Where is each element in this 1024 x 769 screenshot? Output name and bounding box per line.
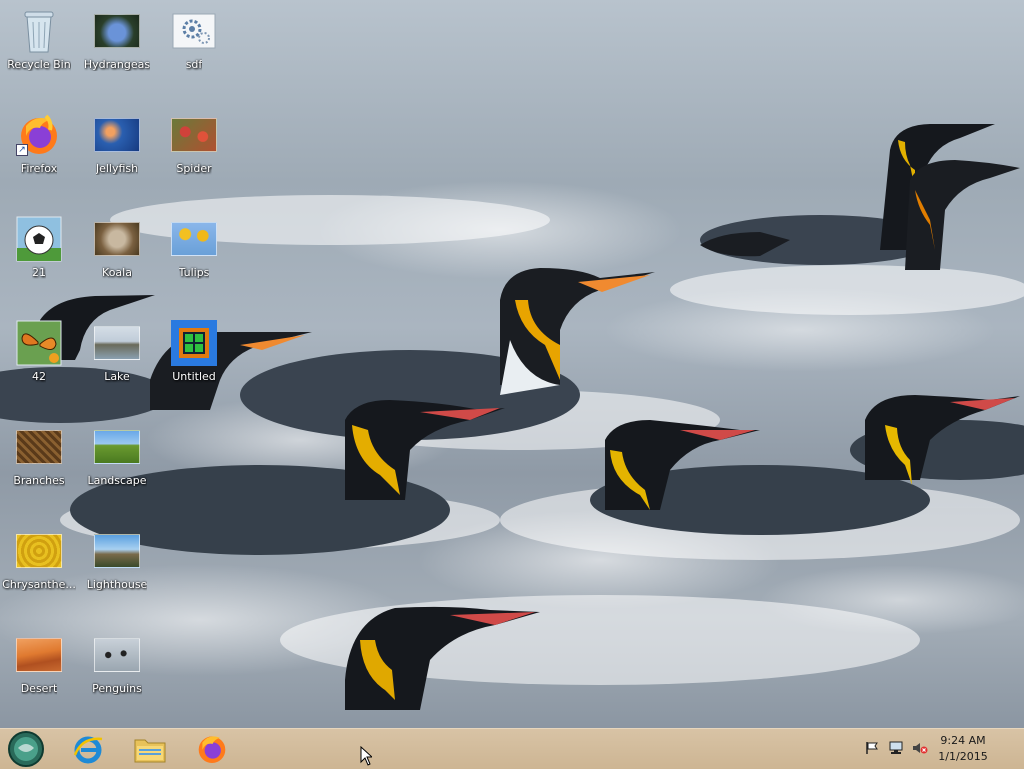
settings-file-icon (171, 8, 217, 54)
image-thumbnail (94, 528, 140, 574)
desktop-icon-label: Chrysanthe... (2, 578, 76, 591)
firefox-icon: ↗ (16, 112, 62, 158)
desktop-icon-branches[interactable]: Branches (0, 416, 78, 508)
desktop-icon-recycle-bin[interactable]: Recycle Bin (0, 0, 78, 92)
folder-icon (134, 739, 166, 763)
desktop-icon-desert[interactable]: Desert (0, 624, 78, 716)
butterfly-image (16, 320, 62, 366)
image-thumbnail (16, 424, 62, 470)
recycle-bin-icon (16, 8, 62, 54)
desktop-icon-untitled[interactable]: Untitled (155, 312, 233, 404)
image-thumbnail (171, 216, 217, 262)
desktop-icon-lighthouse[interactable]: Lighthouse (78, 520, 156, 612)
desktop-icon-label: Hydrangeas (83, 58, 151, 71)
flag-icon[interactable] (864, 741, 880, 757)
image-thumbnail (94, 632, 140, 678)
desktop-icon-penguins[interactable]: Penguins (78, 624, 156, 716)
desktop-icon-landscape[interactable]: Landscape (78, 416, 156, 508)
desktop-icon-label: Firefox (20, 162, 58, 175)
desktop-icon-chrysanthemum[interactable]: Chrysanthe... (0, 520, 78, 612)
desktop-icon-label: Spider (176, 162, 212, 175)
desktop-icon-42[interactable]: 42 (0, 312, 78, 404)
volume-muted-icon[interactable] (912, 741, 928, 757)
desktop-icon-label: Tulips (178, 266, 210, 279)
system-tray: 9:24 AM 1/1/2015 (844, 729, 1024, 769)
desktop-icon-hydrangeas[interactable]: Hydrangeas (78, 0, 156, 92)
desktop-icon-label: Koala (102, 266, 132, 279)
desktop-icon-label: Desert (20, 682, 58, 695)
desktop-icon-label: Lake (104, 370, 130, 383)
desktop-icon-label: Jellyfish (95, 162, 139, 175)
firefox-icon (198, 736, 226, 764)
desktop-icon-koala[interactable]: Koala (78, 208, 156, 300)
internet-explorer-button[interactable] (68, 731, 108, 767)
desktop-icon-label: sdf (185, 58, 203, 71)
firefox-taskbar-button[interactable] (192, 731, 232, 767)
clock-date: 1/1/2015 (938, 750, 988, 763)
taskbar: 9:24 AM 1/1/2015 (0, 728, 1024, 769)
desktop-icon-sdf[interactable]: sdf (155, 0, 233, 92)
desktop-icon-label: 42 (32, 370, 46, 383)
desktop-icon-label: Untitled (172, 370, 216, 383)
desktop-icon-spider[interactable]: Spider (155, 104, 233, 196)
image-thumbnail (171, 112, 217, 158)
image-thumbnail (94, 112, 140, 158)
network-icon[interactable] (888, 741, 904, 757)
image-thumbnail (94, 320, 140, 366)
desktop-icon-jellyfish[interactable]: Jellyfish (78, 104, 156, 196)
image-thumbnail (94, 216, 140, 262)
internet-explorer-icon (73, 736, 103, 764)
image-thumbnail (94, 424, 140, 470)
shortcut-arrow-icon: ↗ (16, 144, 28, 156)
desktop-icon-lake[interactable]: Lake (78, 312, 156, 404)
desktop-icon-firefox[interactable]: ↗ Firefox (0, 104, 78, 196)
app-icon (171, 320, 217, 366)
mouse-cursor-icon (360, 746, 372, 766)
desktop-icon-label: Branches (13, 474, 65, 487)
soccer-ball-image (16, 216, 62, 262)
image-thumbnail (16, 632, 62, 678)
start-orb-icon (8, 731, 44, 767)
desktop-icon-label: Penguins (92, 682, 142, 695)
desktop-icon-label: 21 (32, 266, 46, 279)
clock-time: 9:24 AM (940, 734, 986, 747)
clock[interactable]: 9:24 AM 1/1/2015 (928, 733, 998, 765)
desktop-icon-tulips[interactable]: Tulips (155, 208, 233, 300)
desktop-icon-21[interactable]: 21 (0, 208, 78, 300)
start-button[interactable] (6, 731, 46, 767)
file-explorer-button[interactable] (130, 731, 170, 767)
image-thumbnail (16, 528, 62, 574)
desktop-icon-label: Lighthouse (86, 578, 148, 591)
desktop-icon-label: Landscape (87, 474, 147, 487)
image-thumbnail (94, 8, 140, 54)
desktop-icon-label: Recycle Bin (7, 58, 71, 71)
